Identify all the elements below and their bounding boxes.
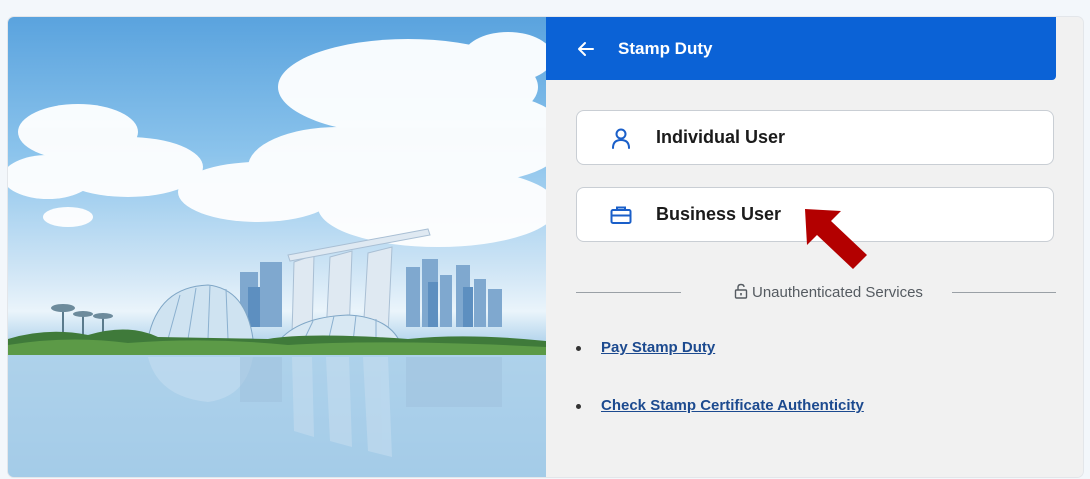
divider-line-left: [576, 292, 681, 293]
login-card: Stamp Duty Individual User Business User: [8, 17, 1083, 477]
divider-line-right: [952, 292, 1056, 293]
pay-stamp-duty-link[interactable]: Pay Stamp Duty: [601, 339, 715, 356]
unauthenticated-divider: Unauthenticated Services: [576, 281, 1056, 305]
individual-user-button[interactable]: Individual User: [576, 110, 1054, 165]
unlock-icon: [734, 283, 748, 299]
individual-user-label: Individual User: [656, 127, 786, 147]
check-certificate-link[interactable]: Check Stamp Certificate Authenticity: [601, 397, 864, 414]
skyline-illustration: [8, 32, 546, 477]
page-title: Stamp Duty: [618, 39, 713, 58]
page-header: Stamp Duty: [546, 17, 1056, 80]
unauthenticated-label: Unauthenticated Services: [752, 284, 923, 301]
briefcase-icon: [610, 206, 632, 224]
person-icon: [612, 128, 630, 149]
red-pointer-arrow-icon: [805, 209, 867, 269]
bullet: [576, 346, 581, 351]
unauthenticated-heading: Unauthenticated Services: [734, 283, 923, 301]
skyline-hero-image: [8, 17, 546, 477]
arrow-left-icon[interactable]: [576, 39, 596, 59]
business-user-label: Business User: [656, 204, 782, 224]
bullet: [576, 404, 581, 409]
